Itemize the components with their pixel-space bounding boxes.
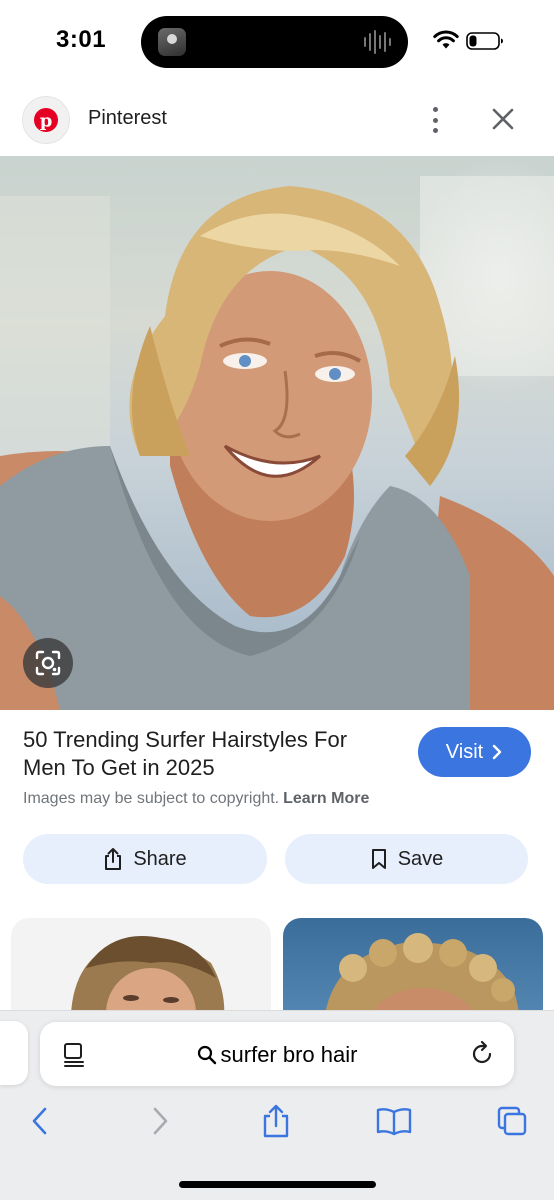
now-playing-thumbnail [158, 28, 186, 56]
share-label: Share [133, 847, 187, 870]
share-sheet-icon[interactable] [258, 1102, 294, 1140]
address-bar[interactable]: surfer bro hair [40, 1022, 514, 1086]
reload-icon[interactable] [468, 1040, 496, 1068]
close-icon[interactable] [488, 104, 518, 134]
previous-tab-peek[interactable] [0, 1021, 28, 1085]
chevron-right-icon [493, 744, 502, 760]
source-header: p Pinterest [0, 84, 554, 156]
pinterest-logo-icon[interactable]: p [22, 96, 70, 144]
result-title[interactable]: 50 Trending Surfer Hairstyles For Men To… [23, 726, 383, 782]
lens-icon[interactable] [23, 638, 73, 688]
copyright-notice: Images may be subject to copyright. Learn… [23, 790, 369, 808]
visit-button[interactable]: Visit [418, 727, 531, 777]
back-icon[interactable] [22, 1102, 58, 1140]
bookmarks-icon[interactable] [376, 1102, 412, 1140]
tabs-icon[interactable] [494, 1102, 530, 1140]
share-button[interactable]: Share [23, 834, 267, 884]
wifi-icon [433, 30, 459, 49]
forward-icon[interactable] [142, 1102, 178, 1140]
audio-waveform-icon [364, 30, 392, 54]
search-icon [197, 1045, 216, 1065]
save-label: Save [397, 847, 444, 870]
site-name: Pinterest [88, 107, 167, 129]
status-time: 3:01 [56, 26, 107, 53]
home-indicator[interactable] [179, 1181, 376, 1188]
dynamic-island[interactable] [141, 16, 408, 68]
share-icon [105, 848, 122, 870]
more-vert-icon[interactable] [422, 104, 448, 136]
result-image[interactable] [0, 156, 554, 710]
portrait-illustration [0, 176, 554, 710]
copyright-text: Images may be subject to copyright. [23, 790, 280, 807]
bookmark-icon [371, 849, 386, 869]
battery-icon [466, 32, 503, 50]
learn-more-link[interactable]: Learn More [283, 790, 369, 807]
svg-text:p: p [40, 111, 53, 132]
visit-button-label: Visit [445, 740, 484, 763]
search-query[interactable]: surfer bro hair [40, 1042, 514, 1068]
search-query-text: surfer bro hair [220, 1042, 358, 1067]
status-bar: 3:01 [0, 0, 554, 84]
save-button[interactable]: Save [285, 834, 528, 884]
